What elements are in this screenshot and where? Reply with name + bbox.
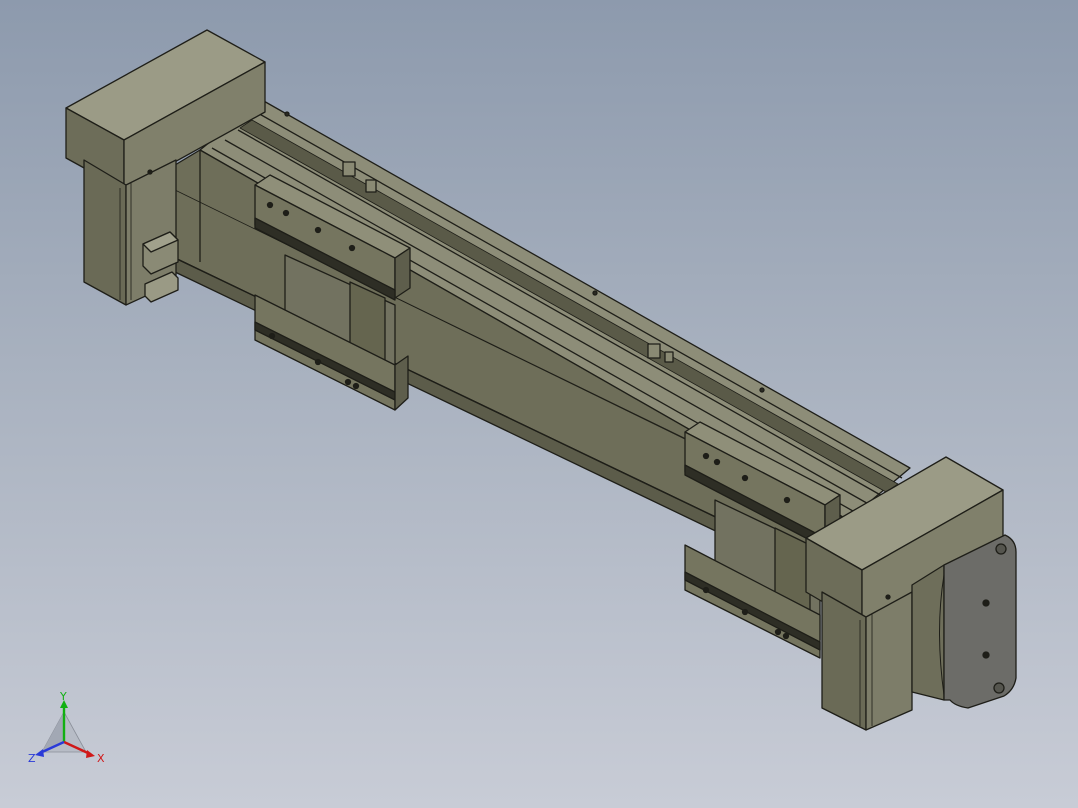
- orientation-triad[interactable]: Y X Z: [24, 692, 114, 772]
- z-axis-arrow-icon: [35, 749, 44, 757]
- y-axis-label: Y: [59, 692, 67, 703]
- x-axis-arrow-icon: [86, 750, 95, 758]
- x-axis-label: X: [97, 752, 105, 765]
- z-axis-label: Z: [28, 752, 36, 765]
- linear-actuator-model[interactable]: [0, 0, 1078, 808]
- cad-viewport[interactable]: Y X Z: [0, 0, 1078, 808]
